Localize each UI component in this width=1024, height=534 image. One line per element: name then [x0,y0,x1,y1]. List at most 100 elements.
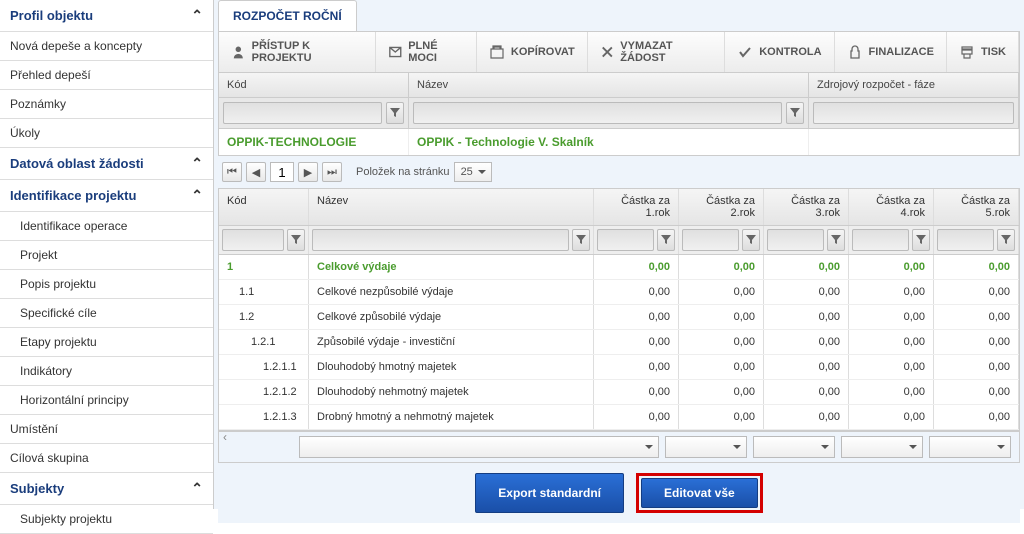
table-cell: 0,00 [594,280,679,304]
sidebar-item[interactable]: Cílová skupina [0,444,213,473]
top-head-nazev[interactable]: Název [409,73,809,97]
table-cell: 1.2.1 [219,330,309,354]
table-row[interactable]: 1.2.1.3Drobný hmotný a nehmotný majetek0… [219,405,1019,430]
filter-funnel-icon[interactable] [287,229,305,251]
sidebar-profile-header[interactable]: Profil objektu ⌃ [0,0,213,32]
filter-funnel-icon[interactable] [657,229,675,251]
table-cell: Celkové výdaje [309,255,594,279]
action-bar: Export standardní Editovat vše [218,463,1020,523]
column-filter-input[interactable] [312,229,569,251]
column-header[interactable]: Kód [219,189,309,225]
filter-funnel-icon[interactable] [997,229,1015,251]
filter-funnel-icon[interactable] [786,102,804,124]
table-cell: 0,00 [594,305,679,329]
column-filter-input[interactable] [767,229,824,251]
column-filter-input[interactable] [937,229,994,251]
filter-funnel-icon[interactable] [742,229,760,251]
chevron-up-icon: ⌃ [191,187,203,204]
toolbar-button[interactable]: KONTROLA [725,32,834,72]
pager-page-input[interactable] [270,162,294,182]
sidebar-data-area-header[interactable]: Datová oblast žádosti ⌃ [0,148,213,180]
toolbar-button[interactable]: TISK [947,32,1019,72]
table-cell: 0,00 [679,330,764,354]
pager-next-button[interactable]: ▶ [298,162,318,182]
toolbar-button[interactable]: VYMAZAT ŽÁDOST [588,32,726,72]
toolbar-button[interactable]: FINALIZACE [835,32,947,72]
pager-first-button[interactable]: ⏮ [222,162,242,182]
column-header[interactable]: Částka za 2.rok [679,189,764,225]
tab-annual-budget[interactable]: ROZPOČET ROČNÍ [218,0,357,31]
column-filter-input[interactable] [682,229,739,251]
filter-funnel-icon[interactable] [827,229,845,251]
column-header[interactable]: Částka za 5.rok [934,189,1019,225]
sidebar-item[interactable]: Popis projektu [0,270,213,299]
column-filter-input[interactable] [222,229,284,251]
sidebar-subjects-header[interactable]: Subjekty ⌃ [0,473,213,505]
sidebar-item[interactable]: Horizontální principy [0,386,213,415]
table-row[interactable]: 1.1Celkové nezpůsobilé výdaje0,000,000,0… [219,280,1019,305]
pager-prev-button[interactable]: ◀ [246,162,266,182]
footer-dropdown[interactable] [841,436,923,458]
top-row-nazev[interactable]: OPPIK - Technologie V. Skalník [409,129,809,155]
horizontal-scrollbar[interactable] [218,431,1020,432]
filter-input-nazev[interactable] [413,102,782,124]
sidebar-item[interactable]: Etapy projektu [0,328,213,357]
export-standard-button[interactable]: Export standardní [475,473,624,513]
table-cell: 0,00 [764,280,849,304]
table-row[interactable]: 1Celkové výdaje0,000,000,000,000,00 [219,255,1019,280]
pager-size-select[interactable]: 25 [454,162,492,182]
column-filter-input[interactable] [597,229,654,251]
footer-dropdown[interactable] [299,436,659,458]
table-row[interactable]: 1.2.1.2Dlouhodobý nehmotný majetek0,000,… [219,380,1019,405]
chevron-up-icon: ⌃ [191,480,203,497]
sidebar-item[interactable]: Specifické cíle [0,299,213,328]
table-cell: Způsobilé výdaje - investiční [309,330,594,354]
lock-icon [847,44,863,60]
top-row-kod[interactable]: OPPIK-TECHNOLOGIE [219,129,409,155]
toolbar-button[interactable]: PLNÉ MOCI [376,32,477,72]
top-head-kod[interactable]: Kód [219,73,409,97]
top-row-zdroj[interactable] [809,129,1019,155]
sidebar-item[interactable]: Poznámky [0,90,213,119]
sidebar-item[interactable]: Nová depeše a koncepty [0,32,213,61]
sidebar-ident-header[interactable]: Identifikace projektu ⌃ [0,180,213,212]
sidebar-ident-label: Identifikace projektu [10,188,136,203]
table-cell: Dlouhodobý nehmotný majetek [309,380,594,404]
sidebar-item[interactable]: Umístění [0,415,213,444]
filter-funnel-icon[interactable] [912,229,930,251]
table-cell: 1.2.1.2 [219,380,309,404]
column-header[interactable]: Částka za 1.rok [594,189,679,225]
filter-funnel-icon[interactable] [572,229,590,251]
table-cell: 0,00 [849,330,934,354]
column-header[interactable]: Název [309,189,594,225]
sidebar-item[interactable]: Indikátory [0,357,213,386]
pager-last-button[interactable]: ⏭ [322,162,342,182]
toolbar-button[interactable]: KOPÍROVAT [477,32,588,72]
footer-dropdown[interactable] [665,436,747,458]
edit-all-button[interactable]: Editovat vše [641,478,758,508]
table-cell: Dlouhodobý hmotný majetek [309,355,594,379]
table-cell: 0,00 [849,405,934,429]
sidebar-item[interactable]: Úkoly [0,119,213,148]
top-head-zdroj[interactable]: Zdrojový rozpočet - fáze [809,73,1019,97]
sidebar-item[interactable]: Identifikace operace [0,212,213,241]
sidebar-item[interactable]: Projekt [0,241,213,270]
column-header[interactable]: Částka za 4.rok [849,189,934,225]
sidebar-item[interactable]: Subjekty projektu [0,505,213,534]
column-filter-input[interactable] [852,229,909,251]
toolbar-button[interactable]: PŘÍSTUP K PROJEKTU [219,32,376,72]
sidebar-subjects-label: Subjekty [10,481,64,496]
table-cell: 0,00 [849,280,934,304]
filter-input-zdroj[interactable] [813,102,1014,124]
footer-dropdown[interactable] [753,436,835,458]
footer-dropdown[interactable] [929,436,1011,458]
table-row[interactable]: 1.2.1Způsobilé výdaje - investiční 0,00 0,… [219,330,1019,355]
sidebar-item[interactable]: Přehled depeší [0,61,213,90]
column-header[interactable]: Částka za 3.rok [764,189,849,225]
filter-funnel-icon[interactable] [386,102,404,124]
filter-input-kod[interactable] [223,102,382,124]
table-row[interactable]: 1.2Celkové způsobilé výdaje0,000,000,000… [219,305,1019,330]
table-row[interactable]: 1.2.1.1Dlouhodobý hmotný majetek0,000,00… [219,355,1019,380]
table-cell: Celkové nezpůsobilé výdaje [309,280,594,304]
table-cell: Drobný hmotný a nehmotný majetek [309,405,594,429]
